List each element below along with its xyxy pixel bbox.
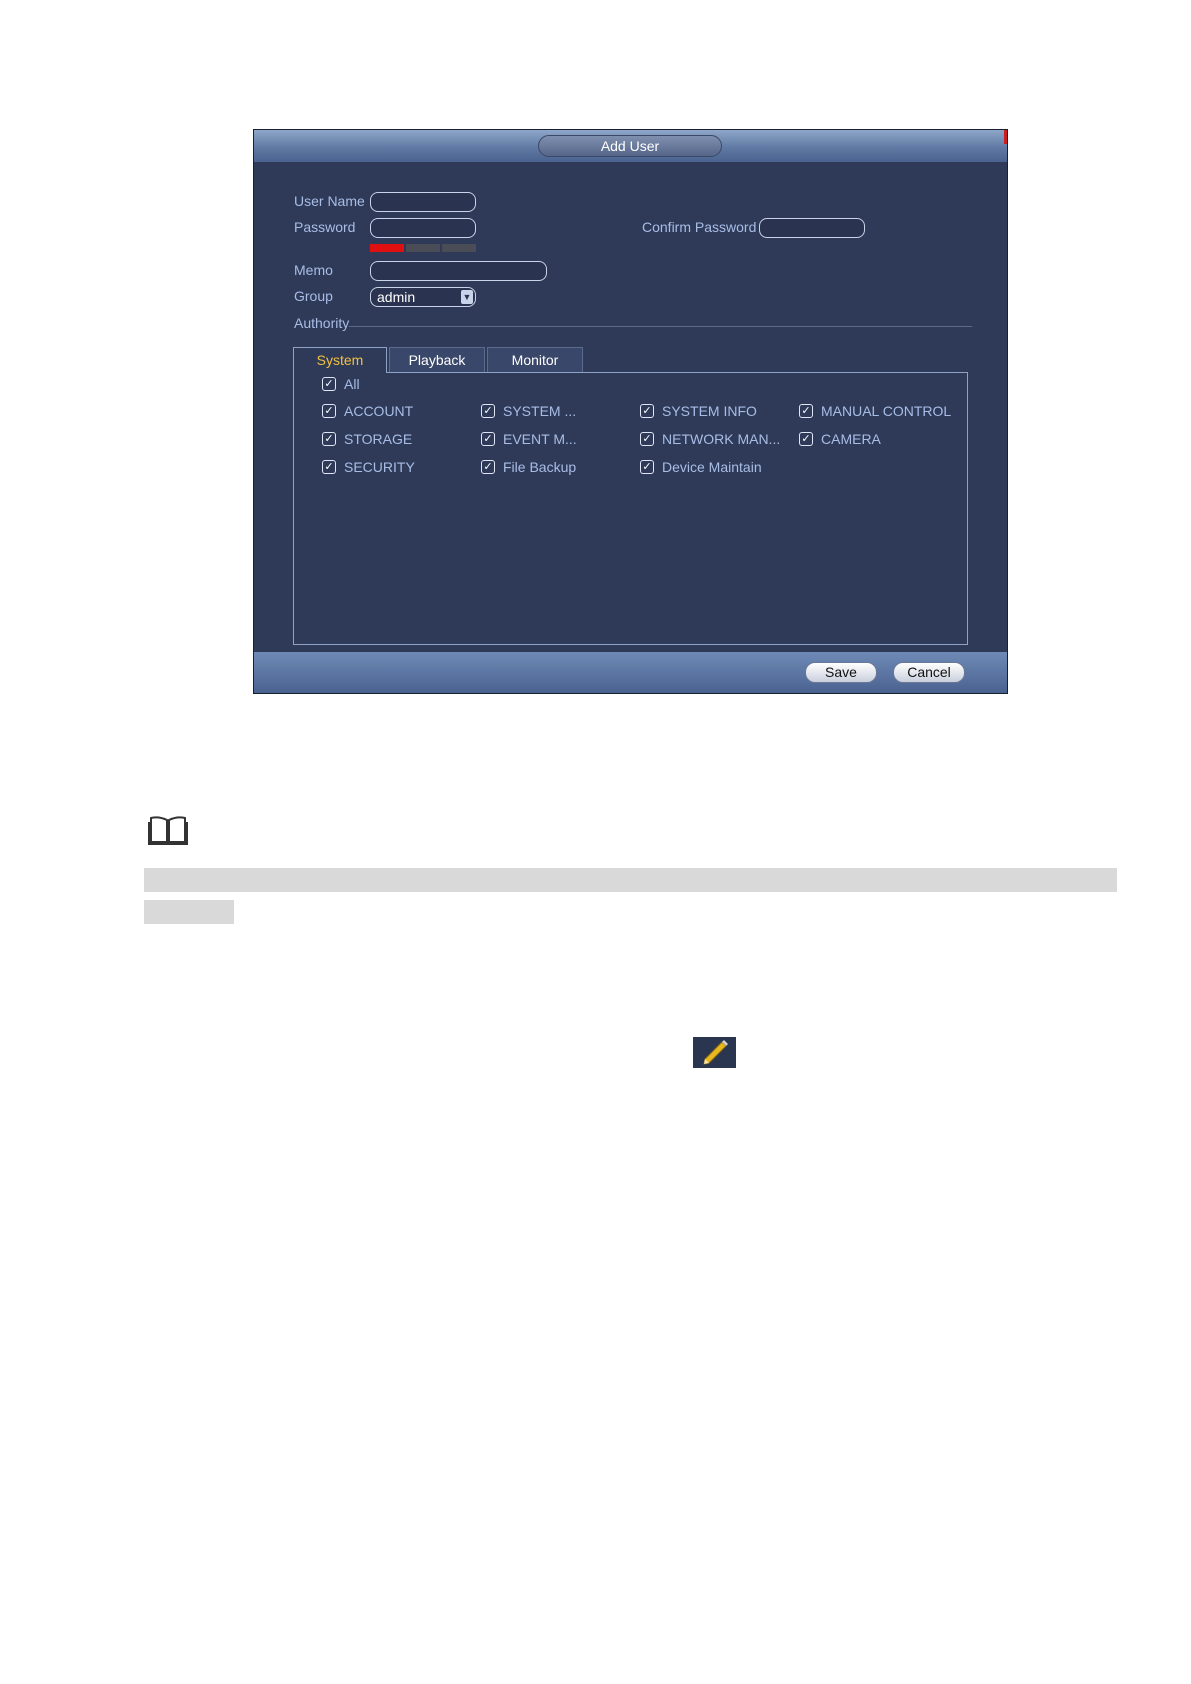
permission-system-checkbox[interactable]: ✓ SYSTEM ... bbox=[481, 403, 576, 419]
authority-label: Authority bbox=[294, 315, 350, 331]
chevron-down-icon[interactable]: ▼ bbox=[461, 290, 473, 304]
confirm-password-input[interactable] bbox=[759, 218, 865, 238]
password-strength-segment bbox=[406, 244, 440, 252]
checkbox-check-icon: ✓ bbox=[799, 432, 813, 446]
checkbox-check-icon: ✓ bbox=[322, 404, 336, 418]
password-input[interactable] bbox=[370, 218, 476, 238]
memo-label: Memo bbox=[294, 262, 333, 278]
permission-label: STORAGE bbox=[344, 431, 413, 447]
tab-monitor[interactable]: Monitor bbox=[487, 347, 583, 373]
permission-label: CAMERA bbox=[821, 431, 881, 447]
redacted-note-line-1 bbox=[144, 868, 1117, 892]
checkbox-check-icon: ✓ bbox=[481, 404, 495, 418]
permission-label: NETWORK MAN... bbox=[662, 431, 781, 447]
permission-label: Device Maintain bbox=[662, 459, 762, 475]
add-user-dialog: Add User User Name Password Confirm Pass… bbox=[253, 129, 1008, 694]
dialog-titlebar: Add User bbox=[254, 130, 1007, 162]
redacted-note-line-2 bbox=[144, 900, 234, 924]
permission-label: ACCOUNT bbox=[344, 403, 414, 419]
group-select[interactable]: admin ▼ bbox=[370, 287, 476, 307]
permission-all-checkbox[interactable]: ✓ All bbox=[322, 376, 360, 392]
password-label: Password bbox=[294, 219, 356, 235]
permission-network-checkbox[interactable]: ✓ NETWORK MAN... bbox=[640, 431, 780, 447]
permission-device-maintain-checkbox[interactable]: ✓ Device Maintain bbox=[640, 459, 762, 475]
permission-storage-checkbox[interactable]: ✓ STORAGE bbox=[322, 431, 412, 447]
permission-label: SYSTEM ... bbox=[503, 403, 577, 419]
checkbox-check-icon: ✓ bbox=[322, 377, 336, 391]
system-permissions-panel: ✓ All ✓ ACCOUNT ✓ SYSTEM ... ✓ SYSTEM IN… bbox=[293, 372, 968, 645]
permission-file-backup-checkbox[interactable]: ✓ File Backup bbox=[481, 459, 576, 475]
permission-label: File Backup bbox=[503, 459, 577, 475]
password-strength-segment bbox=[442, 244, 476, 252]
permission-system-info-checkbox[interactable]: ✓ SYSTEM INFO bbox=[640, 403, 757, 419]
permission-label: SECURITY bbox=[344, 459, 415, 475]
permission-account-checkbox[interactable]: ✓ ACCOUNT bbox=[322, 403, 413, 419]
permission-all-label: All bbox=[344, 376, 360, 392]
dialog-title: Add User bbox=[538, 135, 722, 157]
checkbox-check-icon: ✓ bbox=[481, 460, 495, 474]
tab-system[interactable]: System bbox=[293, 347, 387, 373]
pencil-icon bbox=[693, 1037, 736, 1068]
permission-label: SYSTEM INFO bbox=[662, 403, 757, 419]
checkbox-check-icon: ✓ bbox=[322, 460, 336, 474]
cancel-button[interactable]: Cancel bbox=[893, 662, 965, 683]
permission-manual-control-checkbox[interactable]: ✓ MANUAL CONTROL bbox=[799, 403, 951, 419]
permission-security-checkbox[interactable]: ✓ SECURITY bbox=[322, 459, 415, 475]
checkbox-check-icon: ✓ bbox=[481, 432, 495, 446]
checkbox-check-icon: ✓ bbox=[640, 432, 654, 446]
permission-camera-checkbox[interactable]: ✓ CAMERA bbox=[799, 431, 881, 447]
password-strength-meter bbox=[370, 244, 476, 252]
group-select-value: admin bbox=[377, 289, 416, 305]
password-strength-segment bbox=[370, 244, 404, 252]
checkbox-check-icon: ✓ bbox=[322, 432, 336, 446]
permission-label: EVENT M... bbox=[503, 431, 577, 447]
tab-playback[interactable]: Playback bbox=[389, 347, 485, 373]
confirm-password-label: Confirm Password bbox=[642, 219, 757, 235]
username-label: User Name bbox=[294, 193, 365, 209]
book-icon bbox=[148, 816, 188, 845]
checkbox-check-icon: ✓ bbox=[640, 404, 654, 418]
permission-label: MANUAL CONTROL bbox=[821, 403, 952, 419]
authority-divider bbox=[349, 326, 972, 327]
username-input[interactable] bbox=[370, 192, 476, 212]
dialog-footer: Save Cancel bbox=[254, 652, 1007, 693]
permission-event-checkbox[interactable]: ✓ EVENT M... bbox=[481, 431, 577, 447]
save-button[interactable]: Save bbox=[805, 662, 877, 683]
memo-input[interactable] bbox=[370, 261, 547, 281]
group-label: Group bbox=[294, 288, 333, 304]
titlebar-corner-accent bbox=[1004, 130, 1007, 144]
checkbox-check-icon: ✓ bbox=[799, 404, 813, 418]
checkbox-check-icon: ✓ bbox=[640, 460, 654, 474]
